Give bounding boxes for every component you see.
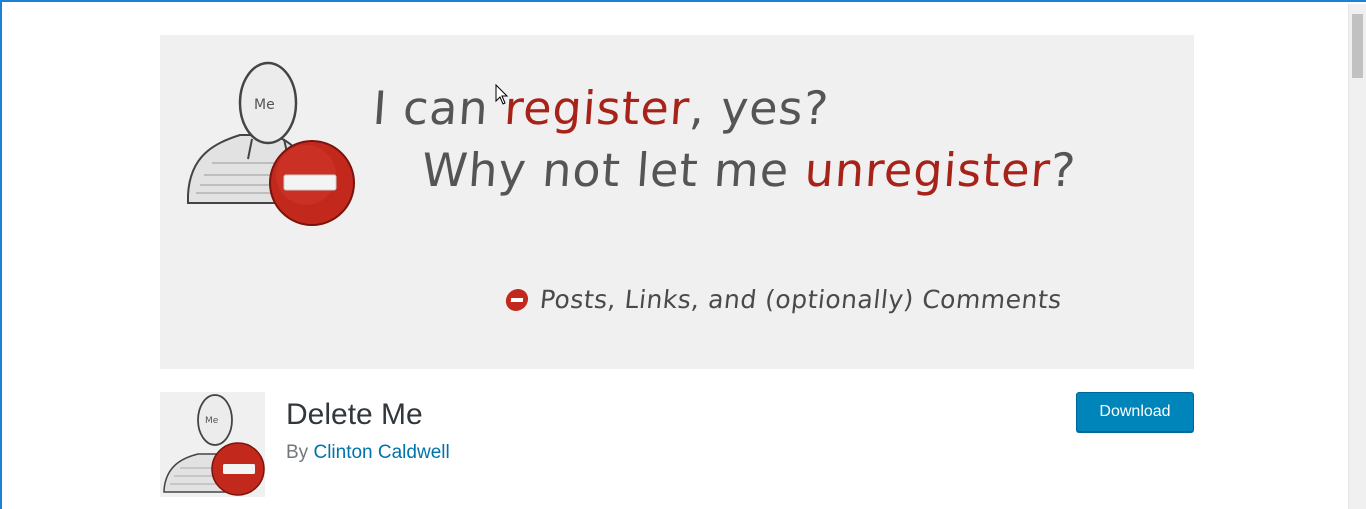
thumbnail-label: Me (205, 416, 219, 426)
banner-headline-line2: Why not let me unregister? (420, 143, 1078, 197)
person-sketch-icon: Me (163, 394, 265, 496)
line1-text-a: I can (371, 81, 507, 135)
avatar-label: Me (254, 97, 275, 113)
plugin-thumbnail: Me (160, 392, 265, 497)
stop-sign-icon (211, 442, 265, 496)
banner-tagline: Posts, Links, and (optionally) Comments (504, 285, 1063, 314)
tagline-text: Posts, Links, and (optionally) Comments (538, 285, 1064, 314)
stop-sign-icon (269, 140, 355, 226)
plugin-banner: Me I can register, yes? Why not let me u… (160, 35, 1194, 369)
line2-text-a: Why not let me (420, 143, 807, 197)
browser-window: Me I can register, yes? Why not let me u… (0, 0, 1366, 509)
stop-sign-icon (504, 289, 530, 311)
download-button[interactable]: Download (1076, 392, 1194, 432)
vertical-scrollbar[interactable] (1348, 4, 1366, 509)
scrollbar-thumb[interactable] (1352, 14, 1363, 78)
line2-highlight: unregister (803, 143, 1053, 197)
author-link[interactable]: Clinton Caldwell (313, 442, 449, 463)
mouse-pointer-icon (495, 84, 509, 105)
by-label: By (286, 442, 309, 463)
line2-text-b: ? (1048, 143, 1078, 197)
line1-highlight: register (502, 81, 692, 135)
plugin-byline: By Clinton Caldwell (286, 442, 450, 464)
plugin-title: Delete Me (286, 398, 423, 431)
banner-headline-line1: I can register, yes? (371, 81, 831, 135)
line1-text-b: , yes? (687, 81, 831, 135)
